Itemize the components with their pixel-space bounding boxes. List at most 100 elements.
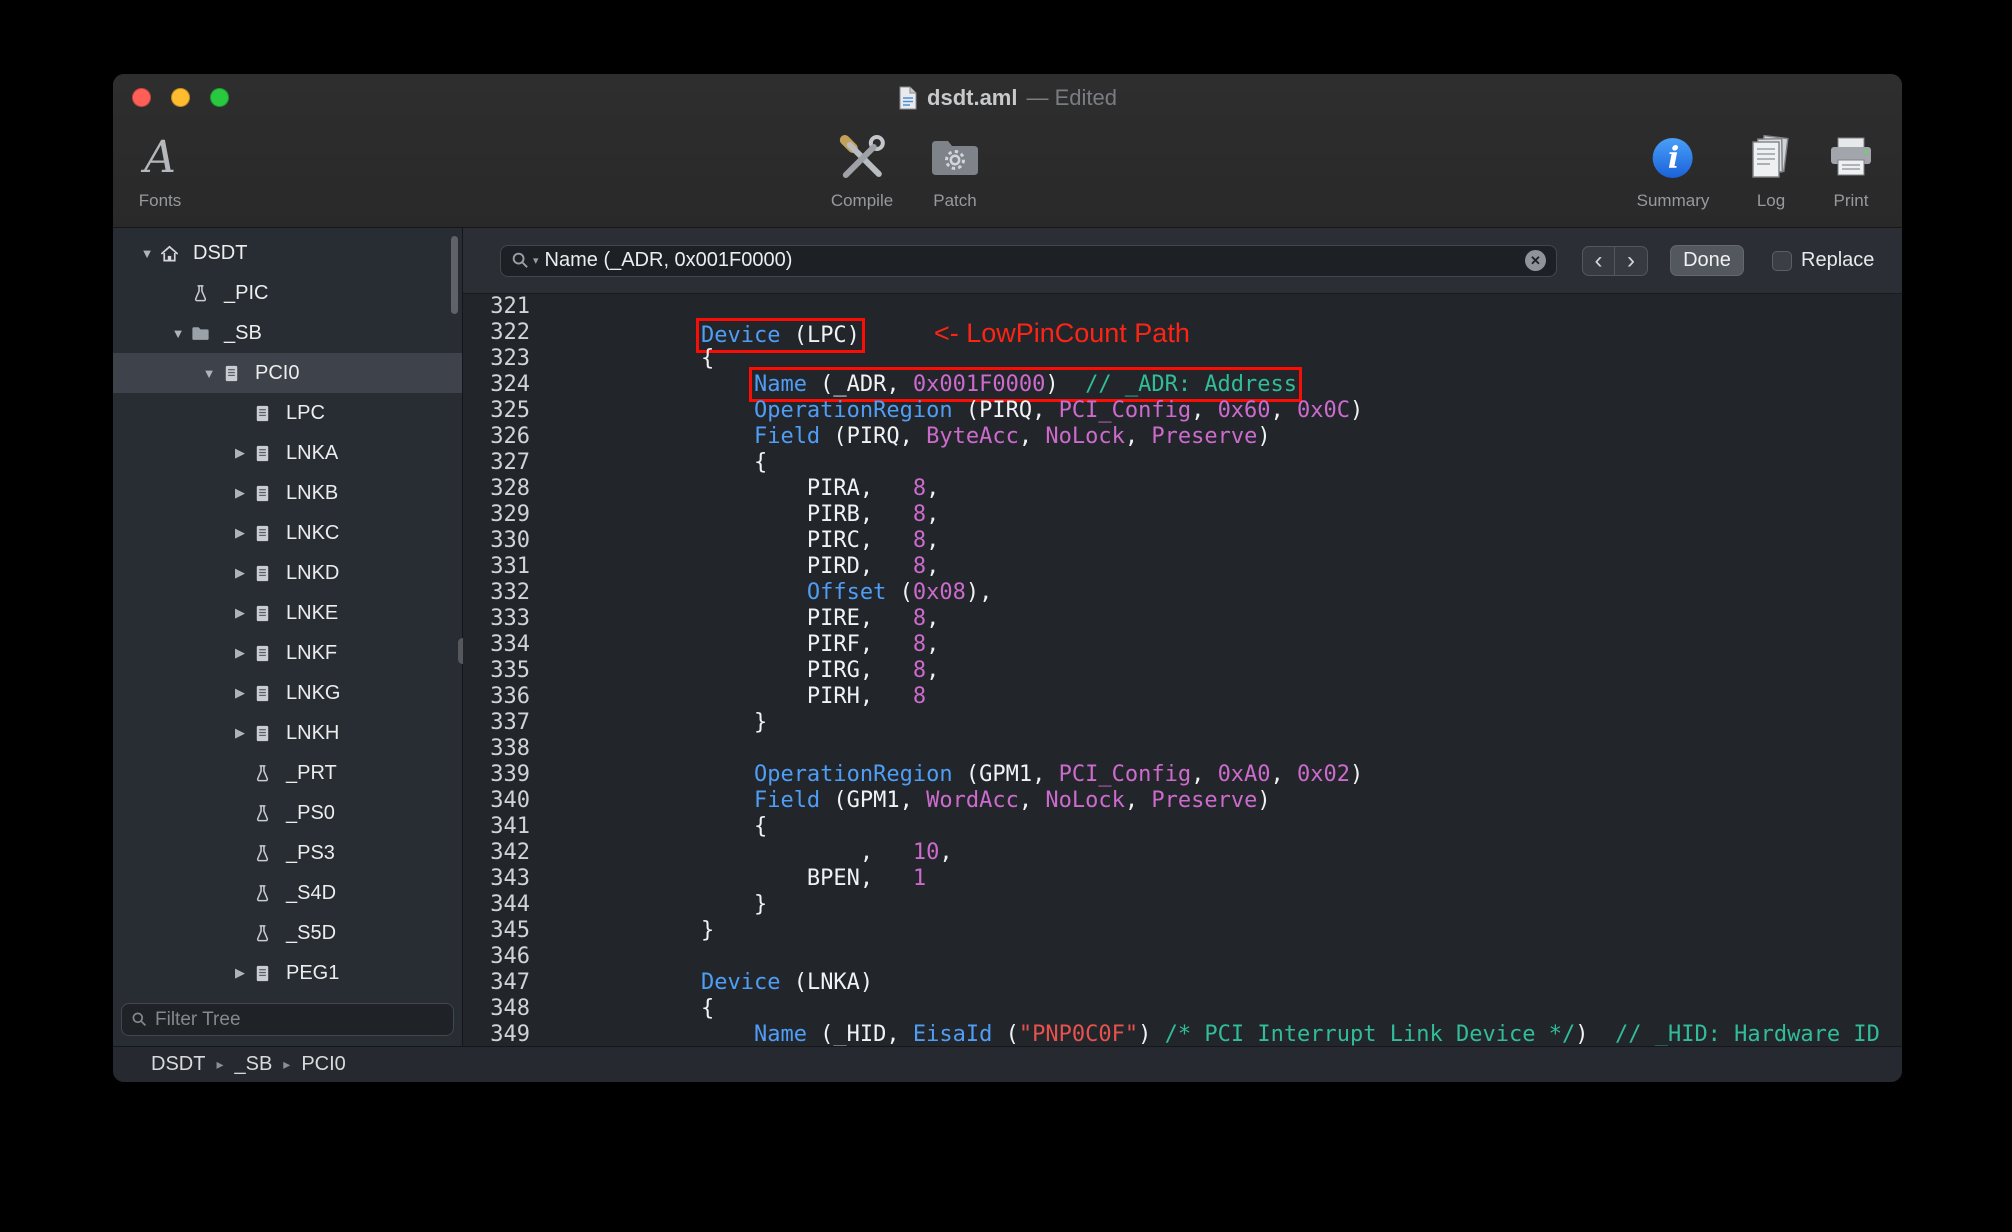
clear-search-button[interactable]: ✕ (1525, 250, 1546, 271)
line-number: 342 (490, 840, 530, 865)
code-line: 325 OperationRegion (PIRQ, PCI_Config, 0… (463, 398, 1902, 424)
tree-item-label: _PS0 (286, 801, 335, 824)
line-number: 340 (490, 788, 530, 813)
breadcrumb-item[interactable]: DSDT (151, 1053, 205, 1076)
find-bar: ▾ ✕ ‹ › Done Replace (463, 228, 1902, 294)
line-number: 323 (490, 346, 530, 371)
breadcrumb: DSDT ▸ _SB ▸ PCI0 (113, 1046, 1902, 1082)
tree-item-lnkg[interactable]: ▶ LNKG (113, 673, 462, 713)
print-button[interactable]: Print (1828, 130, 1874, 211)
code-line: 328 PIRA, 8, (463, 476, 1902, 502)
code-line: 342 , 10, (463, 840, 1902, 866)
window: dsdt.aml — Edited A Fonts Compile Patch … (113, 74, 1902, 1082)
tree-item-lnka[interactable]: ▶ LNKA (113, 433, 462, 473)
disclosure-triangle-icon[interactable]: ▶ (228, 645, 252, 661)
log-button[interactable]: Log (1748, 130, 1794, 211)
tree-item-peg1[interactable]: ▶ PEG1 (113, 953, 462, 993)
info-icon: i (1651, 130, 1695, 186)
search-icon[interactable] (511, 251, 530, 270)
document-icon (221, 363, 248, 384)
tree-item-_s4d[interactable]: _S4D (113, 873, 462, 913)
tree-item-_s5d[interactable]: _S5D (113, 913, 462, 953)
replace-label: Replace (1801, 249, 1875, 271)
find-input[interactable] (544, 249, 1519, 272)
line-number: 329 (490, 502, 530, 527)
compile-button[interactable]: Compile (831, 130, 893, 211)
print-label: Print (1833, 191, 1869, 210)
log-pages-icon (1748, 130, 1794, 186)
document-title: dsdt.aml (927, 85, 1018, 110)
tree-item-label: PCI0 (255, 361, 300, 384)
breadcrumb-item[interactable]: _SB (234, 1053, 272, 1076)
tree-item-dsdt[interactable]: ▼ DSDT (113, 233, 462, 273)
find-previous-button[interactable]: ‹ (1582, 245, 1615, 276)
disclosure-triangle-icon[interactable]: ▶ (228, 725, 252, 741)
svg-text:i: i (1668, 141, 1679, 176)
tree-item-lnkf[interactable]: ▶ LNKF (113, 633, 462, 673)
summary-button[interactable]: i Summary (1637, 130, 1709, 211)
tree-item-lpc[interactable]: LPC (113, 393, 462, 433)
tree-item-_prt[interactable]: _PRT (113, 753, 462, 793)
code-line: 332 Offset (0x08), (463, 580, 1902, 606)
document-icon (252, 403, 279, 424)
tree-item-_ps3[interactable]: _PS3 (113, 833, 462, 873)
disclosure-triangle-icon[interactable]: ▶ (228, 445, 252, 461)
disclosure-triangle-icon[interactable]: ▶ (228, 605, 252, 621)
code-line: 337 } (463, 710, 1902, 736)
disclosure-triangle-icon[interactable]: ▶ (228, 685, 252, 701)
search-menu-chevron-icon[interactable]: ▾ (533, 254, 539, 267)
tree-item-label: _SB (224, 321, 262, 344)
find-field: ▾ ✕ (500, 244, 1557, 277)
tree-item-lnkd[interactable]: ▶ LNKD (113, 553, 462, 593)
dsdt-tree: ▼ DSDT _PIC ▼ _SB ▼ PCI0 LPC ▶ LNKA ▶ LNKB ▶ LNKC ▶ LNK… (113, 233, 462, 993)
tree-item-_pic[interactable]: _PIC (113, 273, 462, 313)
document-icon (252, 563, 279, 584)
tree-item-lnke[interactable]: ▶ LNKE (113, 593, 462, 633)
code-editor[interactable]: 321 322 Device (LPC) <- LowPinCount Path 32… (463, 294, 1902, 1046)
replace-toggle: Replace (1772, 249, 1874, 272)
tree-item-lnkc[interactable]: ▶ LNKC (113, 513, 462, 553)
code-line: 324 Name (_ADR, 0x001F0000) // _ADR: Add… (463, 367, 1902, 402)
tree-item-lnkh[interactable]: ▶ LNKH (113, 713, 462, 753)
patch-button[interactable]: Patch (930, 130, 980, 211)
code-line: 333 PIRE, 8, (463, 606, 1902, 632)
tree-item-label: _PIC (224, 281, 269, 304)
sidebar-scrollbar[interactable] (451, 236, 458, 314)
replace-checkbox[interactable] (1772, 250, 1792, 271)
fonts-button[interactable]: A Fonts (139, 130, 182, 211)
code-line: 348 { (463, 996, 1902, 1022)
disclosure-triangle-icon[interactable]: ▶ (228, 485, 252, 501)
line-number: 330 (490, 528, 530, 553)
disclosure-triangle-icon[interactable]: ▼ (166, 326, 190, 341)
fonts-icon: A (144, 132, 176, 183)
breadcrumb-item[interactable]: PCI0 (301, 1053, 345, 1076)
disclosure-triangle-icon[interactable]: ▶ (228, 565, 252, 581)
tree-item-label: LNKH (286, 721, 340, 744)
method-icon (252, 803, 279, 824)
tree-item-_ps0[interactable]: _PS0 (113, 793, 462, 833)
tree-item-label: LNKE (286, 601, 339, 624)
search-icon (131, 1011, 148, 1028)
line-number: 344 (490, 892, 530, 917)
annotation-label: <- LowPinCount Path (933, 318, 1190, 348)
tree-item-lnkb[interactable]: ▶ LNKB (113, 473, 462, 513)
document-icon (252, 643, 279, 664)
find-next-button[interactable]: › (1615, 245, 1648, 276)
done-button[interactable]: Done (1670, 245, 1744, 276)
method-icon (190, 283, 217, 304)
disclosure-triangle-icon[interactable]: ▼ (197, 366, 221, 381)
document-icon (252, 483, 279, 504)
code-line: 340 Field (GPM1, WordAcc, NoLock, Preser… (463, 788, 1902, 814)
disclosure-triangle-icon[interactable]: ▼ (135, 246, 159, 261)
tree-item-_sb[interactable]: ▼ _SB (113, 313, 462, 353)
code-line: 321 (463, 294, 1902, 320)
tree-item-pci0[interactable]: ▼ PCI0 (113, 353, 462, 393)
filter-tree-input[interactable] (155, 1008, 444, 1031)
disclosure-triangle-icon[interactable]: ▶ (228, 525, 252, 541)
filter-tree-field (121, 1003, 454, 1036)
code-line: 336 PIRH, 8 (463, 684, 1902, 710)
line-number: 327 (490, 450, 530, 475)
tree-item-label: _S5D (286, 921, 337, 944)
code-line: 330 PIRC, 8, (463, 528, 1902, 554)
disclosure-triangle-icon[interactable]: ▶ (228, 965, 252, 981)
